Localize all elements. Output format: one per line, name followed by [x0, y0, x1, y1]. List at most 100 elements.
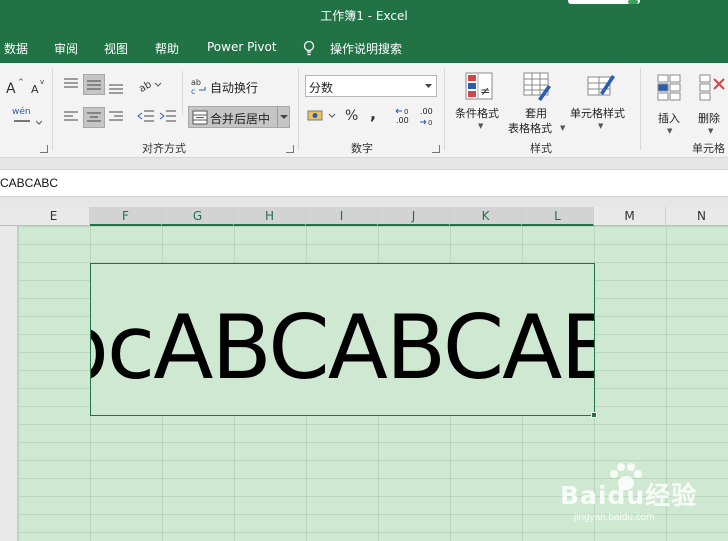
- cell-styles-icon: [587, 75, 615, 96]
- fill-handle[interactable]: [591, 412, 597, 418]
- align-left-icon[interactable]: [63, 110, 79, 124]
- formula-bar[interactable]: CABCABC: [0, 169, 728, 197]
- svg-text:v: v: [40, 78, 44, 86]
- delete-cells-icon: [699, 74, 725, 101]
- merged-cell[interactable]: bcABCABCAB: [90, 263, 595, 416]
- svg-text:0: 0: [428, 119, 432, 127]
- svg-text:^: ^: [18, 78, 24, 86]
- percent-button[interactable]: %: [345, 108, 358, 124]
- svg-text:A: A: [31, 83, 39, 95]
- column-headers: E F G H I J K L M N: [0, 207, 728, 226]
- align-top-icon[interactable]: [63, 77, 79, 91]
- lightbulb-icon: [303, 40, 315, 56]
- svg-text:A: A: [6, 81, 16, 95]
- column-header-g[interactable]: G: [162, 207, 234, 226]
- menu-review[interactable]: 审阅: [54, 40, 78, 57]
- column-header-m[interactable]: M: [594, 207, 666, 226]
- wrap-text-icon: ab c: [191, 78, 206, 95]
- number-format-value: 分数: [309, 81, 334, 95]
- conditional-format-button[interactable]: ≠ 条件格式 ▼: [452, 69, 508, 137]
- increase-decimal-button[interactable]: 0 .00: [394, 107, 412, 127]
- number-group-label: 数字: [351, 142, 373, 155]
- row-headers[interactable]: [0, 226, 18, 541]
- column-header-f[interactable]: F: [90, 207, 162, 226]
- format-as-table-icon: [523, 72, 551, 101]
- ribbon: A ^ A v wén ab ab c 自动换行 合并后居中 对齐方式 分数 %…: [0, 63, 728, 158]
- insert-cells-label: 插入: [658, 112, 680, 125]
- decrease-decimal-label: .00: [420, 107, 433, 116]
- increase-decimal-label: .00: [396, 116, 409, 125]
- watermark-logo: Baidu经验: [560, 481, 698, 510]
- ribbon-gap: [0, 158, 728, 169]
- align-middle-button[interactable]: [83, 74, 105, 95]
- number-dialog-launcher[interactable]: [432, 145, 440, 153]
- column-header-k[interactable]: K: [450, 207, 522, 226]
- chevron-down-icon: [425, 84, 432, 88]
- svg-text:c: c: [191, 87, 195, 95]
- column-header-n[interactable]: N: [666, 207, 728, 226]
- chevron-down-icon: ▼: [667, 127, 673, 135]
- chevron-down-icon: ▼: [478, 122, 484, 130]
- svg-text:ab: ab: [191, 78, 201, 87]
- column-header-e[interactable]: E: [18, 207, 90, 226]
- conditional-format-label: 条件格式: [455, 107, 499, 120]
- chevron-down-icon: ▼: [708, 127, 714, 135]
- font-size-increase-decrease-icon[interactable]: A ^ A v: [5, 77, 47, 95]
- formula-bar-value[interactable]: CABCABC: [0, 176, 58, 190]
- format-as-table-button[interactable]: 套用 表格格式 ▼: [508, 69, 566, 137]
- align-center-button[interactable]: [83, 107, 105, 128]
- menu-power-pivot[interactable]: Power Pivot: [207, 40, 277, 54]
- alignment-dialog-launcher[interactable]: [286, 145, 294, 153]
- font-dialog-launcher[interactable]: [40, 145, 48, 153]
- delete-cells-button[interactable]: 删除 ▼: [694, 69, 728, 137]
- title-bar: 工作簿1 - Excel: [0, 0, 728, 33]
- arrow-left-icon: 0: [395, 108, 408, 116]
- alignment-group-label: 对齐方式: [142, 142, 186, 155]
- currency-format-icon[interactable]: [307, 108, 337, 124]
- column-header-l[interactable]: L: [522, 207, 594, 226]
- cell-styles-button[interactable]: 单元格样式 ▼: [568, 69, 634, 137]
- format-as-table-label-1: 套用: [525, 107, 547, 120]
- column-header-h[interactable]: H: [234, 207, 306, 226]
- wrap-text-button[interactable]: 自动换行: [210, 79, 258, 96]
- merged-cell-text: bcABCABCAB: [91, 296, 595, 399]
- align-bottom-icon[interactable]: [108, 77, 124, 95]
- delete-cells-label: 删除: [698, 112, 720, 125]
- comma-button[interactable]: ,: [370, 104, 376, 123]
- watermark-url: jingyan.baidu.com: [574, 512, 655, 523]
- chevron-down-icon: ▼: [560, 124, 566, 132]
- merge-center-icon: [192, 110, 208, 125]
- insert-cells-button[interactable]: 插入 ▼: [650, 69, 690, 137]
- svg-text:ab: ab: [138, 79, 154, 93]
- tell-me-search[interactable]: 操作说明搜索: [330, 40, 402, 57]
- watermark: Baidu经验 jingyan.baidu.com: [556, 462, 728, 541]
- svg-text:≠: ≠: [480, 84, 490, 98]
- menu-view[interactable]: 视图: [104, 40, 128, 57]
- column-header-i[interactable]: I: [306, 207, 378, 226]
- arrow-right-icon: 0: [420, 119, 432, 127]
- account-widget[interactable]: [568, 0, 640, 4]
- decrease-indent-icon[interactable]: [137, 109, 155, 123]
- number-format-select[interactable]: 分数: [305, 75, 437, 97]
- phonetic-icon: [14, 120, 42, 125]
- merge-center-label: 合并后居中: [210, 112, 271, 126]
- cells-group-label: 单元格: [692, 142, 725, 155]
- conditional-format-icon: ≠: [465, 72, 493, 100]
- window-title: 工作簿1 - Excel: [320, 9, 408, 23]
- align-center-icon: [87, 112, 101, 122]
- decrease-decimal-button[interactable]: .00 0: [418, 107, 436, 127]
- svg-text:0: 0: [404, 108, 408, 116]
- merge-center-button[interactable]: 合并后居中: [188, 106, 290, 128]
- align-right-icon[interactable]: [108, 110, 124, 124]
- menu-help[interactable]: 帮助: [155, 40, 179, 57]
- styles-group-label: 样式: [530, 142, 552, 155]
- menu-data[interactable]: 数据: [4, 40, 28, 57]
- column-header-j[interactable]: J: [378, 207, 450, 226]
- cell-styles-label: 单元格样式: [570, 107, 625, 120]
- insert-cells-icon: [657, 74, 681, 101]
- chevron-down-icon[interactable]: [280, 115, 288, 120]
- phonetic-guide-button[interactable]: wén: [12, 107, 31, 117]
- orientation-icon[interactable]: ab: [138, 77, 162, 93]
- increase-indent-icon[interactable]: [159, 109, 177, 123]
- chevron-down-icon: ▼: [598, 122, 604, 130]
